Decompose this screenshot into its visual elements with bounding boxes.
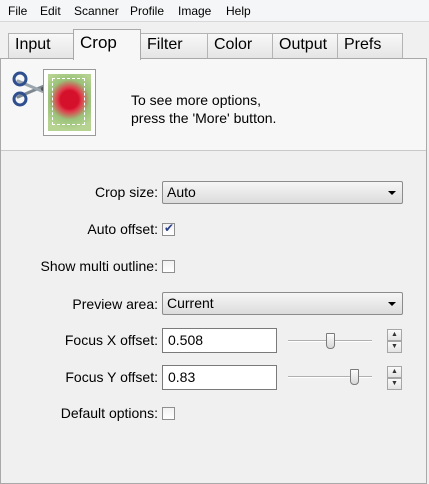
default-options-checkbox[interactable] xyxy=(162,407,175,420)
slider-thumb[interactable] xyxy=(350,369,359,385)
preview-area-label: Preview area: xyxy=(72,296,158,312)
focus-y-input[interactable]: 0.83 xyxy=(162,365,277,390)
auto-offset-checkbox[interactable]: ✔ xyxy=(162,221,175,236)
tab-output[interactable]: Output xyxy=(272,33,338,59)
menu-profile[interactable]: Profile xyxy=(128,4,166,18)
spin-down-icon[interactable]: ▼ xyxy=(387,378,402,390)
crop-outline xyxy=(52,78,85,125)
tab-input[interactable]: Input xyxy=(8,33,74,59)
menu-help[interactable]: Help xyxy=(224,4,253,18)
default-options-label: Default options: xyxy=(60,405,158,421)
menu-image[interactable]: Image xyxy=(176,4,213,18)
crop-size-value: Auto xyxy=(167,184,196,200)
auto-offset-label: Auto offset: xyxy=(87,221,158,237)
menu-scanner[interactable]: Scanner xyxy=(72,4,121,18)
spin-down-icon[interactable]: ▼ xyxy=(387,341,402,353)
focus-x-input[interactable]: 0.508 xyxy=(162,328,277,353)
spin-up-icon[interactable]: ▲ xyxy=(387,366,402,378)
focus-x-spinner[interactable]: ▲ ▼ xyxy=(387,329,402,353)
menu-edit[interactable]: Edit xyxy=(38,4,63,18)
focus-x-slider[interactable] xyxy=(288,333,372,349)
focus-y-slider[interactable] xyxy=(288,369,372,385)
info-text: To see more options, press the 'More' bu… xyxy=(131,91,276,127)
crop-preview-thumbnail xyxy=(43,69,96,136)
tab-crop[interactable]: Crop xyxy=(73,29,141,60)
tab-color[interactable]: Color xyxy=(207,33,273,59)
chevron-down-icon xyxy=(388,191,396,195)
spin-up-icon[interactable]: ▲ xyxy=(387,329,402,341)
crop-size-label: Crop size: xyxy=(94,184,158,200)
tab-filter[interactable]: Filter xyxy=(140,33,208,59)
menu-file[interactable]: File xyxy=(6,4,29,18)
slider-track xyxy=(288,376,372,378)
show-multi-outline-label: Show multi outline: xyxy=(40,258,158,274)
show-multi-outline-checkbox[interactable] xyxy=(162,260,175,273)
info-line-1: To see more options, xyxy=(131,92,261,108)
focus-x-label: Focus X offset: xyxy=(64,332,158,348)
chevron-down-icon xyxy=(388,302,396,306)
focus-y-label: Focus Y offset: xyxy=(65,369,158,385)
menu-bar: File Edit Scanner Profile Image Help xyxy=(0,0,429,22)
preview-area-value: Current xyxy=(167,295,214,311)
focus-y-spinner[interactable]: ▲ ▼ xyxy=(387,366,402,390)
crop-size-dropdown[interactable]: Auto xyxy=(162,181,403,204)
info-line-2: press the 'More' button. xyxy=(131,110,277,126)
section-divider xyxy=(1,150,426,151)
slider-thumb[interactable] xyxy=(326,333,335,349)
tab-prefs[interactable]: Prefs xyxy=(337,33,403,59)
preview-area-dropdown[interactable]: Current xyxy=(162,292,403,315)
checkmark-icon: ✔ xyxy=(164,221,175,235)
